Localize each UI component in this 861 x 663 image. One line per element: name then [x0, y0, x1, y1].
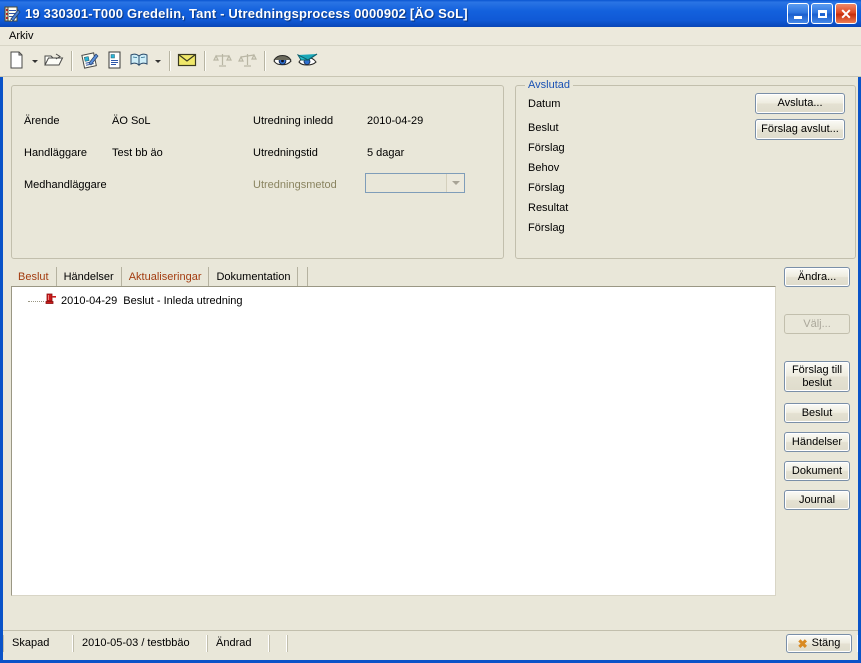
label-medhandlaggare: Medhandläggare: [24, 179, 107, 191]
label-datum: Datum: [528, 98, 561, 110]
window-controls: ✕: [787, 3, 857, 24]
minimize-icon: [794, 15, 802, 19]
tab-strip: Beslut Händelser Aktualiseringar Dokumen…: [11, 267, 309, 286]
tab-strip-filler: [298, 267, 309, 286]
note-pencil-icon: [80, 51, 99, 72]
document-lines-button[interactable]: [102, 49, 126, 73]
beslut-button[interactable]: Beslut: [784, 403, 850, 423]
valj-button: Välj...: [784, 314, 850, 334]
note-pencil-button[interactable]: [77, 49, 101, 73]
tab-beslut[interactable]: Beslut: [11, 267, 57, 286]
notepad-pencil-icon: [3, 5, 21, 23]
dokument-button[interactable]: Dokument: [784, 461, 850, 481]
avsluta-button[interactable]: Avsluta...: [755, 93, 845, 114]
maximize-icon: [817, 9, 827, 18]
toolbar-separator: [264, 51, 266, 71]
close-button[interactable]: ✕: [835, 3, 857, 24]
eye-glasses-button[interactable]: [295, 49, 319, 73]
chevron-down-icon: [154, 59, 161, 63]
toolbar-separator: [204, 51, 206, 71]
chevron-down-icon: [446, 174, 464, 192]
minimize-button[interactable]: [787, 3, 809, 24]
label-utredningsmetod: Utredningsmetod: [253, 179, 337, 191]
andra-button[interactable]: Ändra...: [784, 267, 850, 287]
label-resultat: Resultat: [528, 202, 569, 214]
label-handlaggare: Handläggare: [24, 147, 87, 159]
value-utredningstid: 5 dagar: [367, 147, 405, 159]
forslag-till-beslut-button[interactable]: Förslag till beslut: [784, 361, 850, 392]
value-handlaggare: Test bb äo: [112, 147, 163, 159]
toolbar: [0, 46, 861, 77]
utredningsmetod-combobox: [365, 173, 465, 193]
label-utredning-inledd: Utredning inledd: [253, 115, 334, 127]
tree-item-date: 2010-04-29: [61, 294, 118, 307]
status-andrad-label: Ändrad: [207, 634, 269, 652]
label-forslag-1: Förslag: [528, 142, 565, 154]
envelope-button[interactable]: [175, 49, 199, 73]
gavel-icon: [45, 293, 57, 309]
handelser-button[interactable]: Händelser: [784, 432, 850, 452]
value-arende: ÄO SoL: [112, 115, 151, 127]
avslutad-panel: Avslutad Datum Beslut Förslag Behov Förs…: [515, 79, 856, 259]
forslag-avslut-button[interactable]: Förslag avslut...: [755, 119, 845, 140]
status-bar: Skapad 2010-05-03 / testbbäo Ändrad ✖ St…: [3, 630, 858, 655]
toolbar-separator: [71, 51, 73, 71]
open-book-button[interactable]: [127, 49, 151, 73]
tabs-section: Beslut Händelser Aktualiseringar Dokumen…: [11, 267, 856, 605]
label-utredningstid: Utredningstid: [253, 147, 318, 159]
stang-button-label: Stäng: [811, 637, 841, 650]
eye-glasses-icon: [296, 51, 318, 71]
close-icon: ✕: [840, 5, 852, 22]
open-folder-button[interactable]: [42, 49, 66, 73]
title-bar: 19 330301-T000 Gredelin, Tant - Utrednin…: [0, 0, 861, 27]
window-title: 19 330301-T000 Gredelin, Tant - Utrednin…: [25, 6, 468, 21]
label-beslut: Beslut: [528, 122, 559, 134]
status-skapad-label: Skapad: [3, 634, 73, 652]
tree-item-text: Beslut - Inleda utredning: [123, 294, 243, 307]
new-document-button[interactable]: [4, 49, 28, 73]
tree-connector: [28, 300, 44, 302]
tab-dokumentation[interactable]: Dokumentation: [209, 267, 299, 286]
new-document-dropdown-button[interactable]: [29, 49, 40, 73]
new-document-icon: [8, 51, 25, 72]
eye-button[interactable]: [270, 49, 294, 73]
tab-handelser[interactable]: Händelser: [56, 267, 122, 286]
x-close-icon: ✖: [797, 636, 808, 651]
label-forslag-2: Förslag: [528, 182, 565, 194]
envelope-icon: [177, 52, 197, 71]
status-skapad-value: 2010-05-03 / testbbäo: [73, 634, 207, 652]
eye-icon: [272, 51, 293, 71]
beslut-tree-view[interactable]: 2010-04-29 Beslut - Inleda utredning: [11, 286, 776, 596]
document-lines-icon: [107, 51, 122, 72]
journal-button[interactable]: Journal: [784, 490, 850, 510]
status-cell-4: [269, 634, 287, 652]
toolbar-separator: [169, 51, 171, 71]
open-book-icon: [129, 51, 149, 72]
open-book-dropdown-button[interactable]: [152, 49, 163, 73]
tab-aktualiseringar[interactable]: Aktualiseringar: [121, 267, 210, 286]
open-folder-icon: [44, 51, 64, 72]
label-arende: Ärende: [24, 115, 60, 127]
scales-button: [210, 49, 234, 73]
content-area: Ärende ÄO SoL Handläggare Test bb äo Med…: [3, 77, 858, 655]
stang-button[interactable]: ✖ Stäng: [786, 634, 852, 653]
avslutad-legend: Avslutad: [525, 79, 573, 91]
scales-alt-button: [235, 49, 259, 73]
menu-item-arkiv[interactable]: Arkiv: [3, 29, 39, 43]
case-info-panel: Ärende ÄO SoL Handläggare Test bb äo Med…: [11, 85, 504, 259]
label-forslag-3: Förslag: [528, 222, 565, 234]
maximize-button[interactable]: [811, 3, 833, 24]
scales-alt-icon: [237, 51, 257, 72]
scales-icon: [212, 51, 232, 72]
menu-bar: Arkiv: [0, 27, 861, 46]
status-cell-5: [287, 634, 858, 652]
label-behov: Behov: [528, 162, 560, 174]
application-window: 19 330301-T000 Gredelin, Tant - Utrednin…: [0, 0, 861, 663]
chevron-down-icon: [31, 59, 38, 63]
value-utredning-inledd: 2010-04-29: [367, 115, 424, 127]
tree-item[interactable]: 2010-04-29 Beslut - Inleda utredning: [12, 292, 775, 309]
